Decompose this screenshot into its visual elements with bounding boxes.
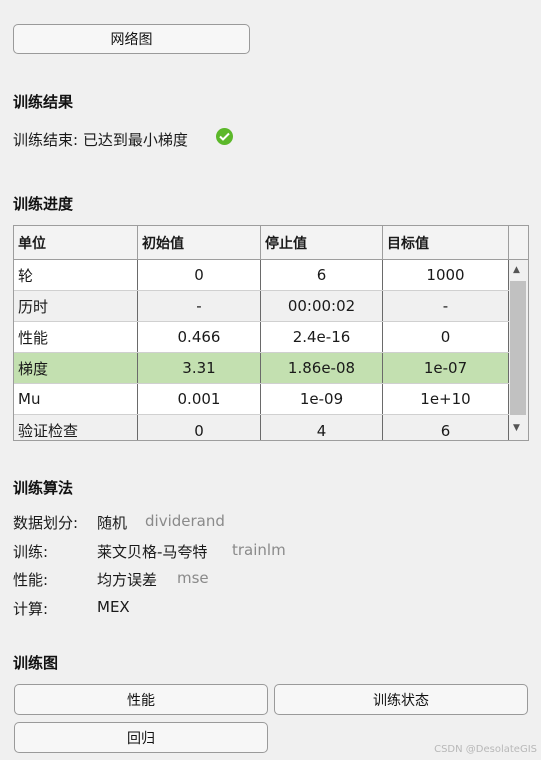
table-cell: 0: [138, 415, 261, 440]
table-scrollbar[interactable]: ▲ ▼: [509, 260, 528, 440]
algo-value-training: 莱文贝格-马夸特: [97, 543, 208, 561]
algo-value-calculation: MEX: [97, 598, 130, 616]
table-cell: 4: [261, 415, 383, 440]
table-cell: 梯度: [14, 353, 138, 383]
column-header-initial[interactable]: 初始值: [138, 226, 261, 259]
table-row[interactable]: Mu 0.001 1e-09 1e+10: [14, 384, 509, 415]
table-cell: -: [383, 291, 509, 321]
table-row[interactable]: 历时 - 00:00:02 -: [14, 291, 509, 322]
watermark: CSDN @DesolateGIS: [434, 744, 537, 755]
regression-plot-button[interactable]: 回归: [14, 722, 268, 753]
table-cell: 3.31: [138, 353, 261, 383]
column-header-target[interactable]: 目标值: [383, 226, 509, 259]
table-cell: 0: [383, 322, 509, 352]
table-row-highlighted[interactable]: 梯度 3.31 1.86e-08 1e-07: [14, 353, 509, 384]
table-cell: 验证检查: [14, 415, 138, 440]
scroll-up-icon[interactable]: ▲: [513, 265, 520, 275]
table-cell: 1e-07: [383, 353, 509, 383]
training-results-heading: 训练结果: [13, 93, 74, 111]
table-cell: 00:00:02: [261, 291, 383, 321]
column-header-stopped[interactable]: 停止值: [261, 226, 383, 259]
training-state-plot-button[interactable]: 训练状态: [274, 684, 528, 715]
table-row[interactable]: 性能 0.466 2.4e-16 0: [14, 322, 509, 353]
algo-label-training: 训练:: [13, 543, 49, 561]
table-cell: 历时: [14, 291, 138, 321]
performance-plot-button[interactable]: 性能: [14, 684, 268, 715]
table-cell: 性能: [14, 322, 138, 352]
table-cell: 1e-09: [261, 384, 383, 414]
algo-label-data-division: 数据划分:: [13, 514, 79, 532]
progress-table: 单位 初始值 停止值 目标值 轮 0 6 1000 历时 - 00:00:02 …: [13, 225, 529, 441]
algo-label-performance: 性能:: [13, 571, 49, 589]
check-circle-icon: [216, 128, 233, 145]
algo-value-performance: 均方误差: [97, 571, 158, 589]
table-cell: Mu: [14, 384, 138, 414]
scrollbar-thumb[interactable]: [510, 281, 526, 415]
algo-value-data-division: 随机: [97, 514, 128, 532]
table-cell: 1000: [383, 260, 509, 290]
table-header-filler: [509, 226, 528, 260]
algo-code-training: trainlm: [232, 541, 286, 559]
table-cell: 2.4e-16: [261, 322, 383, 352]
algo-label-calculation: 计算:: [13, 600, 49, 618]
table-cell: 轮: [14, 260, 138, 290]
table-cell: 0.001: [138, 384, 261, 414]
table-cell: 6: [261, 260, 383, 290]
table-row[interactable]: 验证检查 0 4 6: [14, 415, 509, 440]
algo-code-data-division: dividerand: [145, 512, 225, 530]
column-header-unit[interactable]: 单位: [14, 226, 138, 259]
table-row[interactable]: 轮 0 6 1000: [14, 260, 509, 291]
table-cell: 0: [138, 260, 261, 290]
training-algorithms-heading: 训练算法: [13, 479, 74, 497]
training-status-text: 训练结束: 已达到最小梯度: [13, 131, 188, 149]
network-diagram-button[interactable]: 网络图: [13, 24, 250, 54]
table-cell: -: [138, 291, 261, 321]
training-progress-heading: 训练进度: [13, 195, 74, 213]
algo-code-performance: mse: [177, 569, 209, 587]
scroll-down-icon[interactable]: ▼: [513, 423, 520, 433]
table-header-row: 单位 初始值 停止值 目标值: [14, 226, 509, 260]
table-cell: 1e+10: [383, 384, 509, 414]
training-plots-heading: 训练图: [13, 654, 59, 672]
table-cell: 6: [383, 415, 509, 440]
table-cell: 1.86e-08: [261, 353, 383, 383]
table-cell: 0.466: [138, 322, 261, 352]
